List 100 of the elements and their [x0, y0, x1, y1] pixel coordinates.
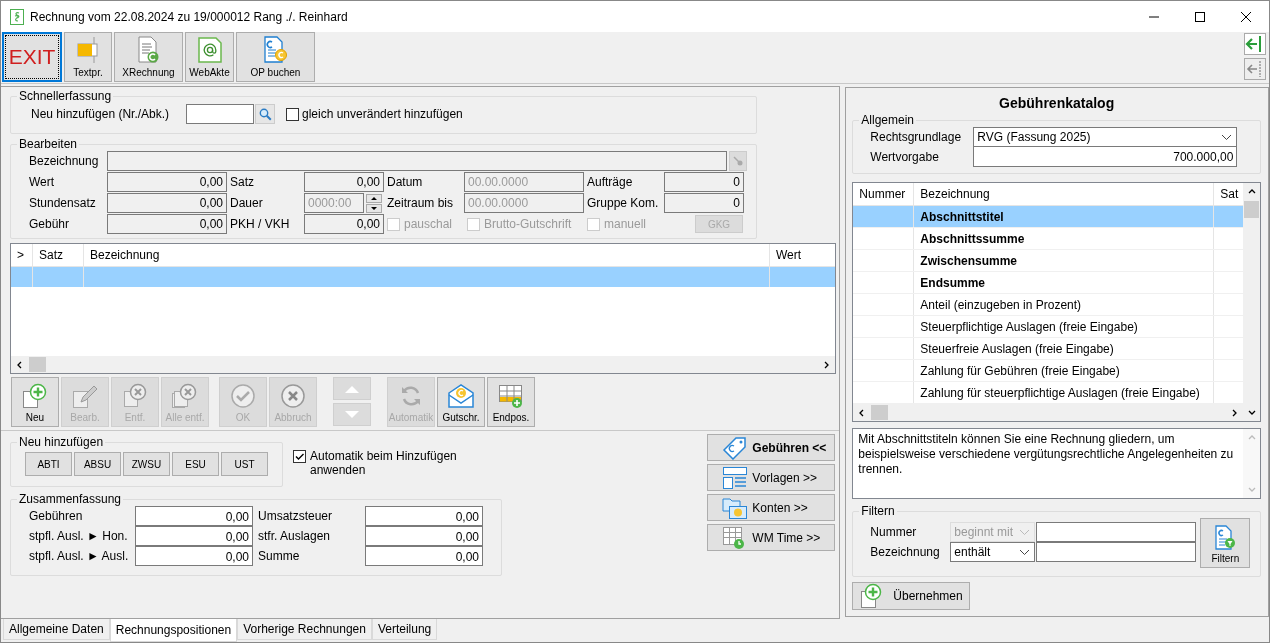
table-add-icon	[497, 383, 525, 409]
table-row[interactable]: Abschnittssumme	[853, 228, 1243, 250]
chevron-down-icon	[1019, 548, 1031, 556]
scroll-thumb[interactable]	[871, 405, 889, 420]
envelope-euro-icon	[447, 383, 475, 409]
action-button[interactable]: Endpos.	[487, 377, 535, 427]
layout-icon	[722, 465, 749, 490]
value-field[interactable]: 0,00	[135, 526, 253, 546]
add-button[interactable]: ZWSU	[123, 452, 170, 476]
field-label: stpfl. Ausl. ► Ausl.	[28, 549, 130, 563]
panel-button[interactable]: WM Time >>	[707, 524, 836, 551]
folder-euro-icon	[722, 495, 749, 520]
number-input[interactable]	[186, 104, 254, 124]
value-field[interactable]: 0,00	[365, 546, 483, 566]
arrow-left-bar-icon[interactable]	[1244, 33, 1266, 55]
value-field[interactable]: 0,00	[365, 506, 483, 526]
spinner[interactable]	[366, 193, 382, 213]
group-title: Bearbeiten	[18, 137, 79, 151]
value-field[interactable]: 0,00	[107, 214, 227, 234]
checkbox[interactable]	[293, 450, 306, 463]
panel-button[interactable]: Gebühren <<	[707, 434, 836, 461]
table-row[interactable]: Abschnittstitel	[853, 206, 1243, 228]
panel-button[interactable]: Vorlagen >>	[707, 464, 836, 491]
scroll-thumb[interactable]	[29, 357, 46, 372]
tab[interactable]: Rechnungspositionen	[109, 619, 238, 642]
arrow-left-bar-icon[interactable]	[1244, 58, 1266, 80]
at-sign-icon	[197, 36, 222, 64]
basis-dropdown[interactable]: RVG (Fassung 2025)	[973, 127, 1238, 147]
add-document-icon	[22, 383, 48, 409]
table-row[interactable]: Steuerpflichtige Auslagen (freie Eingabe)	[853, 316, 1243, 338]
table-row[interactable]: Zwischensumme	[853, 250, 1243, 272]
value-field[interactable]: 0	[664, 172, 744, 192]
column-header[interactable]: Bezeichnung	[914, 183, 1215, 205]
horizontal-scrollbar[interactable]	[853, 404, 1243, 421]
value-field[interactable]: 0,00	[304, 214, 384, 234]
table-row[interactable]: Anteil (einzugeben in Prozent)	[853, 294, 1243, 316]
add-button[interactable]: ESU	[172, 452, 219, 476]
field-label: Bezeichnung	[28, 154, 100, 168]
filter-button[interactable]: Filtern	[1200, 518, 1251, 568]
search-button[interactable]	[255, 104, 275, 124]
value-field[interactable]: 0,00	[135, 506, 253, 526]
checkbox-label: gleich unverändert hinzufügen	[302, 107, 463, 121]
group-title: Allgemein	[860, 113, 916, 127]
add-button[interactable]: UST	[221, 452, 268, 476]
field-label: Dauer	[229, 196, 264, 210]
field-label: Bezeichnung	[869, 545, 941, 559]
value-field[interactable]: 0,00	[135, 546, 253, 566]
column-header[interactable]: Satz	[33, 244, 84, 266]
toolbar-button[interactable]: OP buchen	[236, 32, 315, 82]
column-header[interactable]: Bezeichnung	[84, 244, 770, 266]
description-field[interactable]	[107, 151, 727, 171]
exit-button[interactable]: EXIT	[2, 32, 62, 82]
tab[interactable]: Vorherige Rechnungen	[237, 619, 372, 640]
vertical-scrollbar[interactable]	[1243, 183, 1260, 421]
toolbar-button[interactable]: Textpr.	[64, 32, 112, 82]
tab[interactable]: Verteilung	[371, 619, 438, 640]
filter-input[interactable]	[1036, 522, 1197, 542]
value-field[interactable]: 0,00	[107, 172, 227, 192]
field-label: Rechtsgrundlage	[869, 130, 963, 144]
apply-button[interactable]: Übernehmen	[852, 582, 971, 610]
value-field[interactable]: 700.000,00	[973, 147, 1238, 167]
checkbox-label: pauschal	[404, 217, 453, 231]
add-button[interactable]: ABSU	[74, 452, 121, 476]
column-header[interactable]: >	[11, 244, 33, 266]
field-label: Wert	[28, 175, 56, 189]
group-title: Zusammenfassung	[18, 492, 123, 506]
value-field[interactable]: 0,00	[365, 526, 483, 546]
column-header[interactable]: Nummer	[853, 183, 915, 205]
text-block-icon	[77, 36, 99, 64]
maximize-icon[interactable]	[1194, 10, 1206, 23]
panel-button[interactable]: Konten >>	[707, 494, 836, 521]
field-label: Gebühren	[28, 509, 84, 523]
toolbar-button[interactable]: XRechnung	[114, 32, 183, 82]
field-label: Summe	[257, 549, 301, 563]
toolbar-button[interactable]: WebAkte	[185, 32, 234, 82]
panel-title: Gebührenkatalog	[998, 94, 1116, 113]
triangle-down-icon	[345, 410, 359, 419]
document-coin-icon	[262, 36, 289, 64]
value-field[interactable]: 0,00	[107, 193, 227, 213]
description-text: Mit Abschnittstiteln können Sie eine Rechnung gliedern, um beispielsweise verschiedene vergütungsrechtliche Angelegenheiten zu trennen.	[857, 431, 1235, 478]
scroll-thumb[interactable]	[1244, 201, 1259, 218]
action-button[interactable]: Neu	[11, 377, 59, 427]
value-field[interactable]: 0,00	[304, 172, 384, 192]
add-button[interactable]: ABTI	[25, 452, 72, 476]
action-button[interactable]: Gutschr.	[437, 377, 485, 427]
table-row[interactable]: Endsumme	[853, 272, 1243, 294]
table-row[interactable]: Steuerfreie Auslagen (freie Eingabe)	[853, 338, 1243, 360]
checkbox[interactable]	[286, 107, 299, 121]
close-icon[interactable]	[1240, 10, 1252, 23]
filter-input[interactable]	[1036, 542, 1197, 562]
column-header[interactable]: Sat	[1214, 183, 1243, 205]
document-filter-icon	[1214, 525, 1237, 551]
tab[interactable]: Allgemeine Daten	[3, 619, 110, 640]
pencil-icon	[72, 383, 98, 409]
table-row[interactable]: Zahlung für Gebühren (freie Eingabe)	[853, 360, 1243, 382]
value-field[interactable]: 0	[664, 193, 744, 213]
column-header[interactable]: Wert	[770, 244, 835, 266]
field-label: stpfl. Ausl. ► Hon.	[28, 529, 129, 543]
horizontal-scrollbar[interactable]	[11, 356, 835, 373]
filter-mode-dropdown[interactable]: enthält	[950, 542, 1036, 562]
